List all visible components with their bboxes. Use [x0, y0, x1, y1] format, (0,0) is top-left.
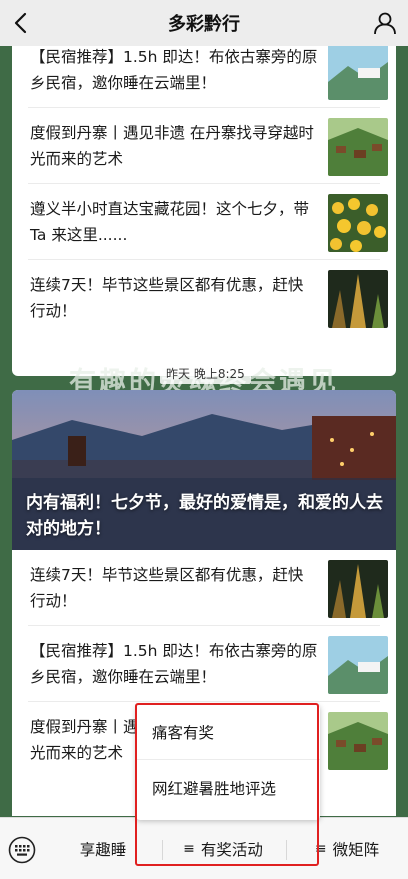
village-hill-thumbnail — [328, 118, 388, 176]
menu-tab-label: 享趣睡 — [79, 841, 127, 859]
submenu-popup: 痛客有奖 网红避暑胜地评选 — [136, 705, 320, 820]
article-title: 度假到丹寨丨遇见非遗 在丹寨找寻穿越时光而来的艺术 — [30, 124, 314, 168]
article-item[interactable]: 【民宿推荐】1.5h 即达！布依古寨旁的原乡民宿，邀你睡在云端里！ — [28, 46, 388, 108]
top-nav-bar: 多彩黔行 — [0, 0, 408, 46]
article-item[interactable]: 连续7天！毕节这些景区都有优惠，赶快行动！ — [28, 260, 388, 336]
village-hill-thumbnail — [328, 712, 388, 770]
menu-tab-label: 微矩阵 — [332, 841, 380, 859]
article-item[interactable]: 遵义半小时直达宝藏花园！这个七夕，带 Ta 来这里...... — [28, 184, 388, 260]
menu-list-icon: ≡ — [183, 841, 195, 857]
page-title: 多彩黔行 — [168, 14, 240, 35]
mountain-sky-thumbnail — [328, 46, 388, 100]
article-item[interactable]: 【民宿推荐】1.5h 即达！布依古寨旁的原乡民宿，邀你睡在云端里！ — [28, 626, 388, 702]
article-title: 遵义半小时直达宝藏花园！这个七夕，带 Ta 来这里...... — [30, 200, 310, 244]
bottom-menu-bar: 享趣睡 ≡ 有奖活动 ≡ 微矩阵 — [0, 817, 408, 879]
menu-tab[interactable]: 享趣睡 — [44, 818, 162, 879]
message-timestamp: 昨天 晚上8:25 — [160, 363, 251, 384]
hero-article-title: 内有福利！七夕节，最好的爱情是，和爱的人去对的地方！ — [26, 493, 383, 539]
mountain-sky-thumbnail — [328, 636, 388, 694]
article-card-group-top: 【民宿推荐】1.5h 即达！布依古寨旁的原乡民宿，邀你睡在云端里！ 度假到丹寨丨… — [12, 46, 396, 376]
article-item[interactable]: 连续7天！毕节这些景区都有优惠，赶快行动！ — [28, 550, 388, 626]
menu-tab-label: 有奖活动 — [200, 841, 263, 859]
back-arrow-icon[interactable] — [8, 9, 36, 37]
cave-lights-thumbnail — [328, 560, 388, 618]
article-title: 【民宿推荐】1.5h 即达！布依古寨旁的原乡民宿，邀你睡在云端里！ — [30, 48, 318, 92]
menu-list-icon: ≡ — [314, 841, 327, 857]
cave-lights-thumbnail — [328, 270, 388, 328]
submenu-item[interactable]: 网红避暑胜地评选 — [136, 760, 320, 815]
article-title: 连续7天！毕节这些景区都有优惠，赶快行动！ — [30, 276, 304, 320]
submenu-item[interactable]: 痛客有奖 — [136, 705, 320, 760]
keyboard-icon[interactable] — [8, 836, 36, 864]
article-title: 连续7天！毕节这些景区都有优惠，赶快行动！ — [30, 566, 304, 610]
menu-tab[interactable]: ≡ 微矩阵 — [286, 818, 408, 879]
article-feed: 【民宿推荐】1.5h 即达！布依古寨旁的原乡民宿，邀你睡在云端里！ 度假到丹寨丨… — [0, 46, 408, 816]
profile-icon[interactable] — [372, 10, 398, 36]
hero-article[interactable]: 内有福利！七夕节，最好的爱情是，和爱的人去对的地方！ — [12, 390, 396, 550]
article-title: 【民宿推荐】1.5h 即达！布依古寨旁的原乡民宿，邀你睡在云端里！ — [30, 642, 318, 686]
menu-tab[interactable]: ≡ 有奖活动 — [162, 818, 284, 879]
article-item[interactable]: 度假到丹寨丨遇见非遗 在丹寨找寻穿越时光而来的艺术 — [28, 108, 388, 184]
sunflower-field-thumbnail — [328, 194, 388, 252]
